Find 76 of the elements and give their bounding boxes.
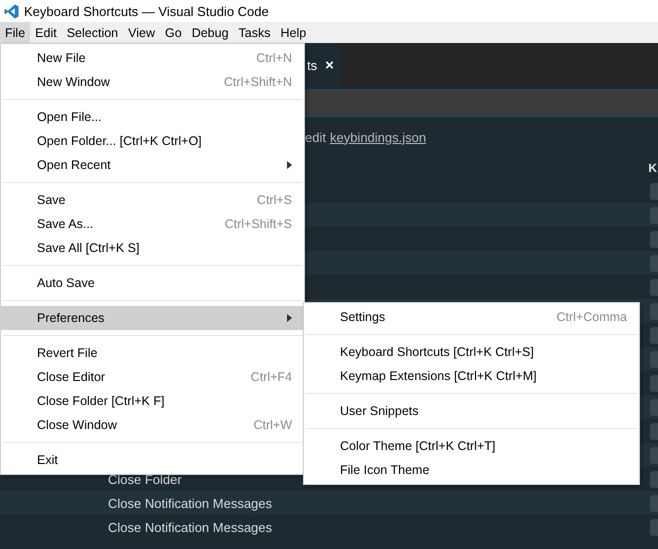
menu-item[interactable]: Preferences (1, 306, 304, 330)
menu-item[interactable]: Close Editor Ctrl+F4 (1, 365, 304, 389)
keybindings-link[interactable]: keybindings.json (330, 130, 426, 144)
menu-item-label: Keyboard Shortcuts [Ctrl+K Ctrl+S] (340, 345, 535, 359)
menu-shortcut: Ctrl+S (256, 193, 292, 207)
menu-item-label: Open File... (37, 110, 103, 124)
menu-item[interactable]: File Icon Theme (304, 458, 639, 482)
editor-tab[interactable]: ts × (305, 43, 341, 88)
menu-item[interactable]: Save As... Ctrl+Shift+S (1, 212, 304, 236)
menu-shortcut: Ctrl+Shift+S (224, 217, 292, 231)
menu-shortcut: Ctrl+N (256, 51, 292, 65)
menu-item-label: New Window (37, 75, 111, 89)
menu-item-label: Open Folder... [Ctrl+K Ctrl+O] (37, 134, 203, 148)
menu-item-label: New File (37, 51, 87, 65)
keybinding-chip (650, 470, 658, 488)
menu-bar-item[interactable]: View (123, 22, 160, 43)
keybinding-chip (650, 278, 658, 296)
menu-item-label: Save As... (37, 217, 94, 231)
menu-item-label: Auto Save (37, 276, 96, 290)
menu-item[interactable]: Auto Save (1, 271, 304, 295)
menu-item[interactable]: New File Ctrl+N (1, 46, 304, 70)
command-cell-text: Close Notification Messages (108, 520, 274, 534)
menu-item-label: Close Editor (37, 370, 106, 384)
menu-item-label: User Snippets (340, 404, 420, 418)
menu-bar-item[interactable]: Edit (30, 22, 62, 43)
keybinding-chip (650, 422, 658, 440)
menu-bar-item[interactable]: Tasks (234, 22, 276, 43)
menu-item-label: File Icon Theme (340, 463, 430, 477)
menu-item[interactable]: User Snippets (304, 399, 639, 423)
menu-item-label: Save (37, 193, 66, 207)
menu-bar-item[interactable]: Debug (186, 22, 234, 43)
menu-item-label: Color Theme [Ctrl+K Ctrl+T] (340, 439, 496, 453)
menu-item[interactable]: Save Ctrl+S (1, 188, 304, 212)
menu-item[interactable]: Save All [Ctrl+K S] (1, 236, 304, 260)
hint-text: edit (305, 130, 326, 144)
menu-item-label: Close Folder [Ctrl+K F] (37, 394, 166, 408)
menu-item[interactable]: Open Folder... [Ctrl+K Ctrl+O] (1, 129, 304, 153)
menu-item[interactable]: Keyboard Shortcuts [Ctrl+K Ctrl+S] (304, 340, 639, 364)
menu-item-label: Settings (340, 310, 386, 324)
menu-bar-item[interactable]: Selection (62, 22, 124, 43)
command-cell-text: Close Folder (108, 472, 183, 486)
menu-item[interactable]: Close Window Ctrl+W (1, 413, 304, 437)
menu-item[interactable]: Open Recent (1, 153, 304, 177)
menu-item-label: Open Recent (37, 158, 112, 172)
tab-label: ts (307, 58, 318, 73)
keybinding-chip (650, 230, 658, 248)
menu-item[interactable]: New Window Ctrl+Shift+N (1, 70, 304, 94)
menu-bar-item[interactable]: File (0, 22, 30, 43)
menu-item-label: Close Window (37, 418, 118, 432)
close-icon[interactable]: × (325, 57, 334, 74)
menu-item-label: Exit (37, 453, 59, 467)
menu-item-label: Preferences (37, 311, 106, 325)
menu-item-label: Save All [Ctrl+K S] (37, 241, 140, 255)
menu-shortcut: Ctrl+W (253, 418, 292, 432)
menu-item[interactable]: Revert File (1, 341, 304, 365)
app-logo-icon (4, 4, 19, 18)
menu-shortcut: Ctrl+Comma (556, 310, 627, 324)
menu-item[interactable]: Open File... (1, 105, 304, 129)
menu-item[interactable]: Keymap Extensions [Ctrl+K Ctrl+M] (304, 364, 639, 388)
menu-shortcut: Ctrl+F4 (250, 370, 292, 384)
menu-item-label: Keymap Extensions [Ctrl+K Ctrl+M] (340, 369, 538, 383)
menu-bar-item[interactable]: Help (276, 22, 312, 43)
keybinding-chip (650, 326, 658, 344)
keybinding-chip (650, 374, 658, 392)
menu-item-label: Revert File (37, 346, 98, 360)
menu-item[interactable]: Close Folder [Ctrl+K F] (1, 389, 304, 413)
menu-bar-item[interactable]: Go (160, 22, 187, 43)
menu-item[interactable]: Settings Ctrl+Comma (304, 305, 639, 329)
menu-item[interactable]: Color Theme [Ctrl+K Ctrl+T] (304, 434, 639, 458)
menu-item[interactable]: Exit (1, 448, 304, 472)
command-cell-text: Close Notification Messages (108, 496, 274, 510)
menu-shortcut: Ctrl+Shift+N (224, 75, 292, 89)
keybinding-chip (650, 518, 658, 536)
window-title: Keyboard Shortcuts — Visual Studio Code (24, 4, 269, 18)
column-header: K (648, 161, 657, 175)
keybinding-chip (650, 182, 658, 200)
